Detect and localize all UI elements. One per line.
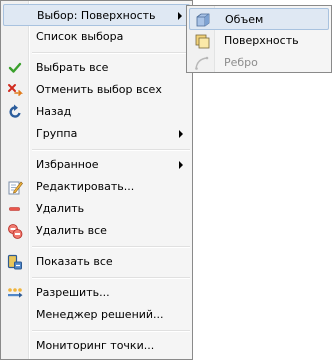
menu-item-delete-all[interactable]: Удалить все xyxy=(3,220,190,242)
menu-item-back[interactable]: Назад xyxy=(3,101,190,123)
submenu-item-label: Ребро xyxy=(224,56,258,69)
show-all-icon xyxy=(7,254,22,270)
submenu-arrow-icon xyxy=(179,161,183,169)
resolve-icon xyxy=(8,288,23,298)
submenu-item-surface[interactable]: Поверхность xyxy=(189,30,329,52)
volume-icon xyxy=(196,13,210,27)
surface-icon xyxy=(195,34,210,49)
submenu-arrow-icon xyxy=(179,130,183,138)
selection-filter-submenu: Объем Поверхность Ребро xyxy=(186,5,332,73)
menu-item-label: Редактировать... xyxy=(36,180,135,193)
menu-item-delete[interactable]: Удалить xyxy=(3,198,190,220)
menu-item-favorites[interactable]: Избранное xyxy=(3,154,190,176)
submenu-item-label: Объем xyxy=(225,13,264,26)
menu-item-label: Список выбора xyxy=(36,30,124,43)
edge-icon xyxy=(195,56,209,70)
menu-separator xyxy=(32,246,190,248)
minus-icon xyxy=(9,207,20,211)
menu-item-label: Удалить xyxy=(36,202,85,215)
menu-item-label: Мониторинг точки... xyxy=(36,339,155,352)
menu-item-group[interactable]: Группа xyxy=(3,123,190,145)
menu-item-label: Удалить все xyxy=(36,224,107,237)
submenu-item-volume[interactable]: Объем xyxy=(189,8,329,30)
menu-separator xyxy=(32,330,190,332)
menu-item-unselect-all[interactable]: Отменить выбор всех xyxy=(3,79,190,101)
menu-item-label: Избранное xyxy=(36,158,99,171)
delete-all-icon xyxy=(8,224,23,239)
menu-item-select-all[interactable]: Выбрать все xyxy=(3,57,190,79)
menu-separator xyxy=(32,149,190,151)
submenu-arrow-icon xyxy=(178,12,182,20)
menu-item-label: Выбрать все xyxy=(36,61,109,74)
menu-item-show-all[interactable]: Показать все xyxy=(3,251,190,273)
menu-item-label: Отменить выбор всех xyxy=(36,83,162,96)
menu-item-selection-filter[interactable]: Выбор: Поверхность xyxy=(3,4,190,26)
menu-separator xyxy=(32,52,190,54)
menu-item-label: Показать все xyxy=(36,255,113,268)
menu-item-label: Разрешить... xyxy=(36,286,110,299)
submenu-item-label: Поверхность xyxy=(224,34,299,47)
unselect-icon xyxy=(8,84,23,96)
menu-item-label: Менеджер решений... xyxy=(36,308,164,321)
check-icon xyxy=(8,62,22,73)
menu-item-resolve[interactable]: Разрешить... xyxy=(3,282,190,304)
menu-item-solution-manager[interactable]: Менеджер решений... xyxy=(3,304,190,326)
menu-item-point-monitoring[interactable]: Мониторинг точки... xyxy=(3,335,190,357)
menu-item-label: Назад xyxy=(36,105,72,118)
menu-item-edit[interactable]: Редактировать... xyxy=(3,176,190,198)
context-menu: Выбор: Поверхность Список выбора Выбрать… xyxy=(0,0,193,360)
menu-item-selection-list[interactable]: Список выбора xyxy=(3,26,190,48)
back-icon xyxy=(9,104,21,118)
edit-icon xyxy=(8,181,23,195)
submenu-item-edge[interactable]: Ребро xyxy=(189,52,329,74)
menu-separator xyxy=(32,277,190,279)
menu-item-label: Выбор: Поверхность xyxy=(37,9,156,22)
menu-item-label: Группа xyxy=(36,127,78,140)
